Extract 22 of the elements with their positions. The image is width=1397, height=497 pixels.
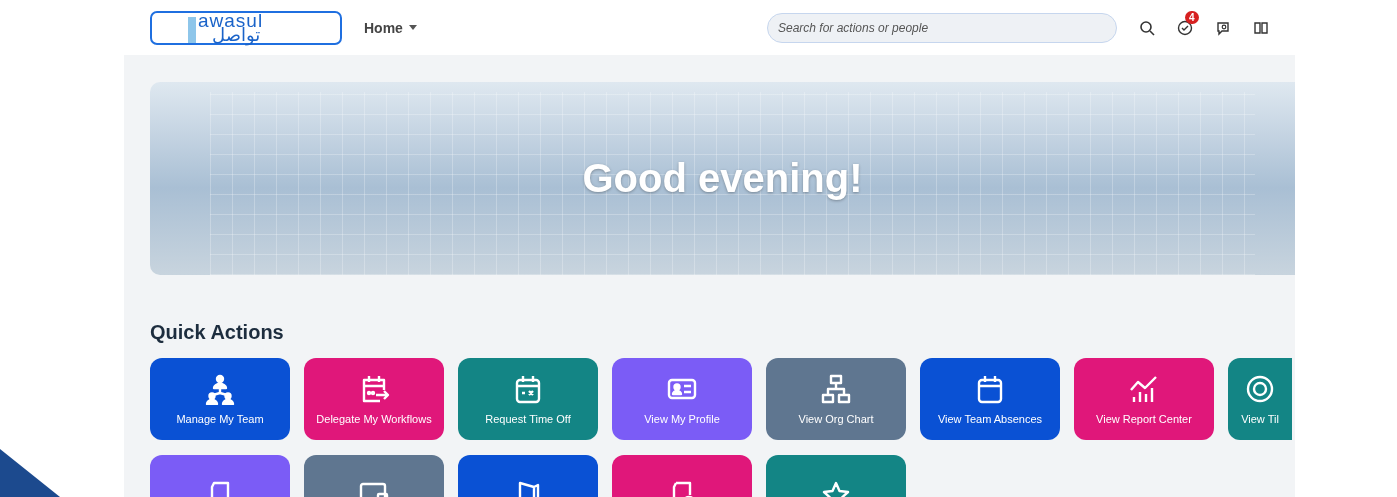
quick-action-tile[interactable]: Manage My Team (150, 358, 290, 440)
book-icon[interactable] (1253, 19, 1269, 36)
team-icon (204, 373, 236, 405)
search-icon[interactable] (1139, 19, 1155, 36)
quick-action-tile[interactable]: View My Profile (612, 358, 752, 440)
notification-badge: 4 (1185, 10, 1199, 24)
home-menu[interactable]: Home (364, 19, 417, 36)
quick-action-tile[interactable]: View Til (1228, 358, 1292, 440)
org-chart-icon (820, 373, 852, 405)
caret-icon (408, 25, 417, 30)
corner-decoration (0, 449, 60, 497)
quick-action-tile[interactable]: View Team Absences (920, 358, 1060, 440)
quick-action-tile[interactable]: View Report Center (1074, 358, 1214, 440)
chart-icon (1128, 373, 1160, 405)
search-field[interactable]: Search for actions or people (767, 12, 1117, 43)
section-title: Quick Actions (150, 321, 285, 344)
quick-action-tile[interactable]: Request Time Off (458, 358, 598, 440)
quick-action-tile[interactable]: Delegate My Workflows (304, 358, 444, 440)
greeting: Good evening! (582, 156, 863, 201)
target-icon (1244, 373, 1276, 405)
chat-icon[interactable] (1215, 19, 1231, 36)
quick-action-tile[interactable]: View Org Chart (766, 358, 906, 440)
